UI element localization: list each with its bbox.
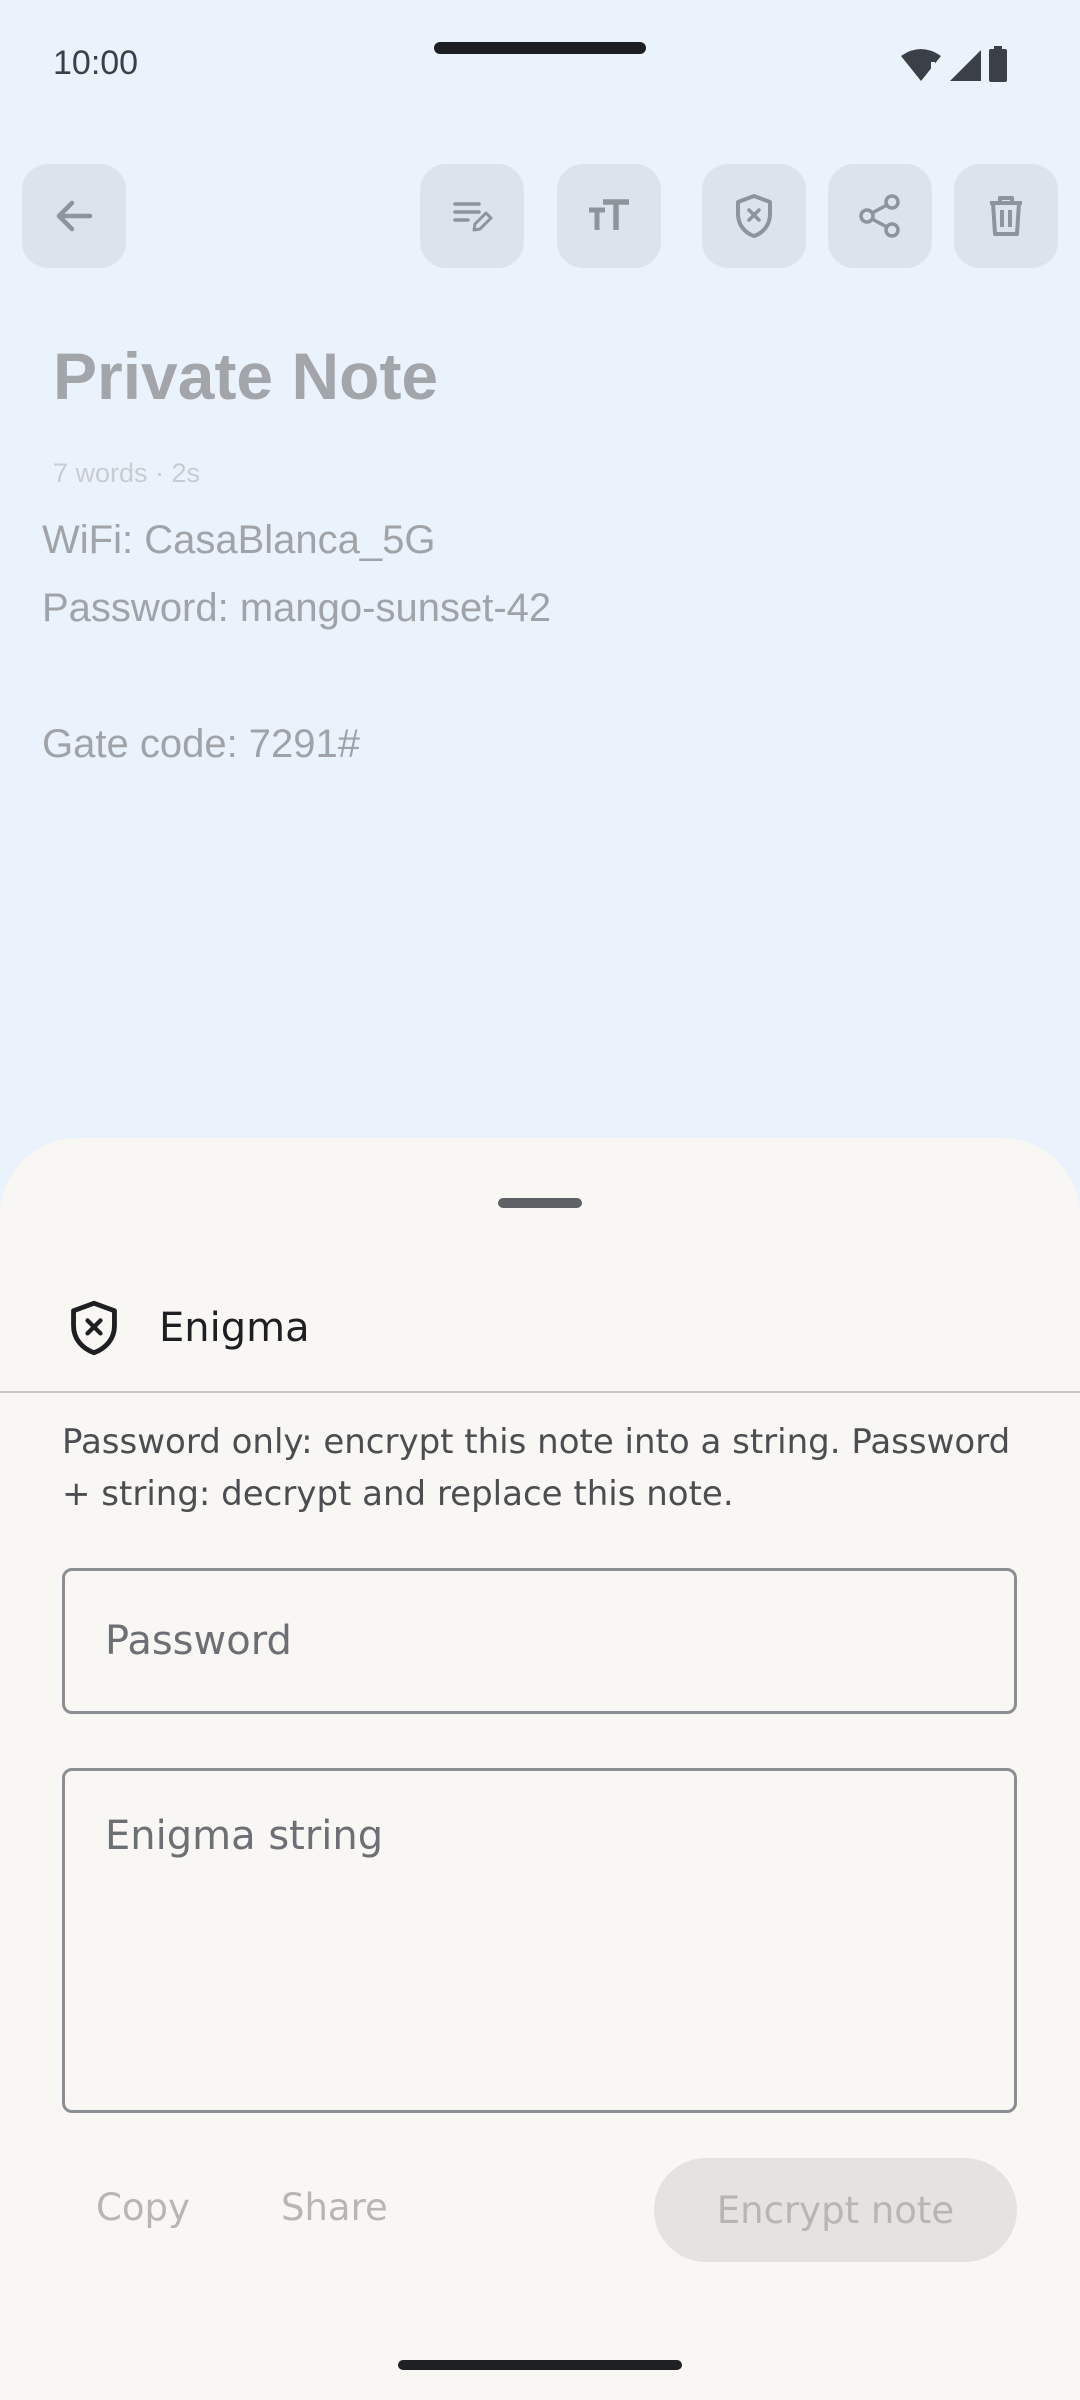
- share-button[interactable]: [828, 164, 932, 268]
- sheet-description: Password only: encrypt this note into a …: [62, 1422, 1011, 1514]
- text-size-button[interactable]: [557, 164, 661, 268]
- enigma-bottom-sheet: Enigma Password only: encrypt this note …: [0, 1138, 1080, 2400]
- battery-icon: [989, 46, 1007, 82]
- wifi-alert-icon: [901, 49, 941, 81]
- back-button[interactable]: [22, 164, 126, 268]
- status-time: 10:00: [53, 44, 139, 82]
- cell-signal-icon: [950, 50, 981, 81]
- shield-x-icon: [71, 1300, 117, 1356]
- text-size-icon: [589, 199, 629, 230]
- note-line: Gate code: 7291#: [42, 722, 361, 766]
- status-bar: 10:00: [0, 0, 1080, 130]
- password-field[interactable]: [62, 1568, 1017, 1714]
- back-arrow-icon: [56, 200, 93, 232]
- note-body[interactable]: WiFi: CasaBlanca_5G Password: mango-suns…: [42, 506, 1022, 778]
- edit-note-icon: [453, 202, 493, 232]
- home-indicator[interactable]: [398, 2360, 682, 2370]
- enigma-string-input[interactable]: [65, 1771, 1014, 2110]
- note-meta: 7 words · 2s: [53, 458, 201, 488]
- sheet-divider: [0, 1391, 1080, 1393]
- sheet-drag-handle[interactable]: [498, 1198, 582, 1208]
- note-title[interactable]: Private Note: [53, 338, 438, 414]
- sheet-title: Enigma: [159, 1305, 310, 1351]
- enigma-button[interactable]: [702, 164, 806, 268]
- share-icon: [859, 194, 900, 238]
- note-line: WiFi: CasaBlanca_5G: [42, 518, 436, 562]
- trash-icon: [990, 196, 1022, 236]
- status-icons: [900, 46, 1008, 82]
- share-string-button[interactable]: Share: [281, 2186, 388, 2229]
- note-line: Password: mango-sunset-42: [42, 586, 552, 630]
- camera-cutout: [434, 42, 646, 54]
- edit-note-button[interactable]: [420, 164, 524, 268]
- delete-button[interactable]: [954, 164, 1058, 268]
- note-line: [42, 642, 1022, 710]
- enigma-string-field[interactable]: [62, 1768, 1017, 2113]
- shield-x-icon: [736, 194, 772, 238]
- encrypt-note-button[interactable]: Encrypt note: [654, 2158, 1017, 2262]
- copy-button[interactable]: Copy: [96, 2186, 190, 2229]
- password-input[interactable]: [65, 1571, 1014, 1711]
